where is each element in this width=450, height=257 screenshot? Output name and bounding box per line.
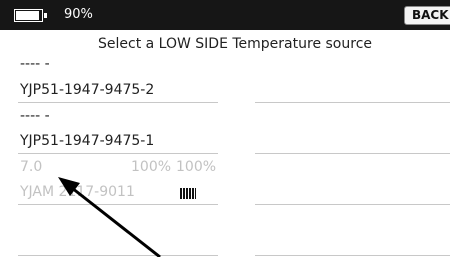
annotation-arrow [58, 177, 161, 257]
